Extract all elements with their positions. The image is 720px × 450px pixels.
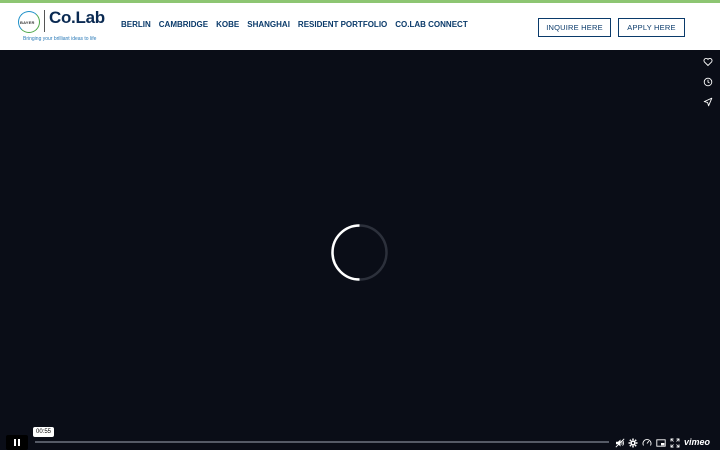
picture-in-picture-icon <box>655 438 666 447</box>
fullscreen-icon <box>670 438 679 447</box>
volume-muted-icon <box>614 437 625 448</box>
like-button[interactable] <box>699 53 716 70</box>
volume-button[interactable] <box>614 437 625 448</box>
logo-divider <box>44 10 45 32</box>
nav-berlin[interactable]: BERLIN <box>121 20 151 29</box>
speed-icon <box>642 438 651 446</box>
nav-cambridge[interactable]: CAMBRIDGE <box>159 20 208 29</box>
settings-gear-icon <box>628 438 637 447</box>
clock-icon <box>703 77 712 86</box>
send-icon <box>703 97 712 106</box>
nav-kobe[interactable]: KOBE <box>216 20 239 29</box>
site-header: BAYER Co.Lab Bringing your brilliant ide… <box>0 3 720 50</box>
time-tooltip: 00:55 <box>33 427 55 437</box>
nav-shanghai[interactable]: SHANGHAI <box>247 20 290 29</box>
settings-button[interactable] <box>627 437 638 448</box>
colab-logo[interactable]: BAYER Co.Lab Bringing your brilliant ide… <box>18 8 108 42</box>
fullscreen-button[interactable] <box>669 437 680 448</box>
pause-button[interactable] <box>6 435 28 450</box>
playback-speed-button[interactable] <box>641 437 652 448</box>
brand-name: Co.Lab <box>49 8 105 27</box>
player-controls: 00:55 vimeo <box>0 427 720 450</box>
pause-icon-bar <box>18 439 20 446</box>
brand-tagline: Bringing your brilliant ideas to life <box>23 36 97 42</box>
loading-spinner <box>331 224 388 281</box>
bayer-cross-logo: BAYER <box>18 11 40 33</box>
watch-later-button[interactable] <box>699 73 716 90</box>
inquire-button[interactable]: INQUIRE HERE <box>538 18 611 37</box>
share-button[interactable] <box>699 93 716 110</box>
heart-icon <box>703 57 712 66</box>
bayer-horizontal-text: BAYER <box>20 19 35 25</box>
progress-bar[interactable] <box>35 441 609 443</box>
nav-resident-portfolio[interactable]: RESIDENT PORTFOLIO <box>298 20 387 29</box>
vimeo-logo[interactable]: vimeo <box>684 437 710 447</box>
main-nav: BERLIN CAMBRIDGE KOBE SHANGHAI RESIDENT … <box>121 20 476 29</box>
apply-button[interactable]: APPLY HERE <box>618 18 685 37</box>
pip-button[interactable] <box>655 437 666 448</box>
nav-colab-connect[interactable]: CO.LAB CONNECT <box>395 20 467 29</box>
pause-icon <box>14 439 16 446</box>
